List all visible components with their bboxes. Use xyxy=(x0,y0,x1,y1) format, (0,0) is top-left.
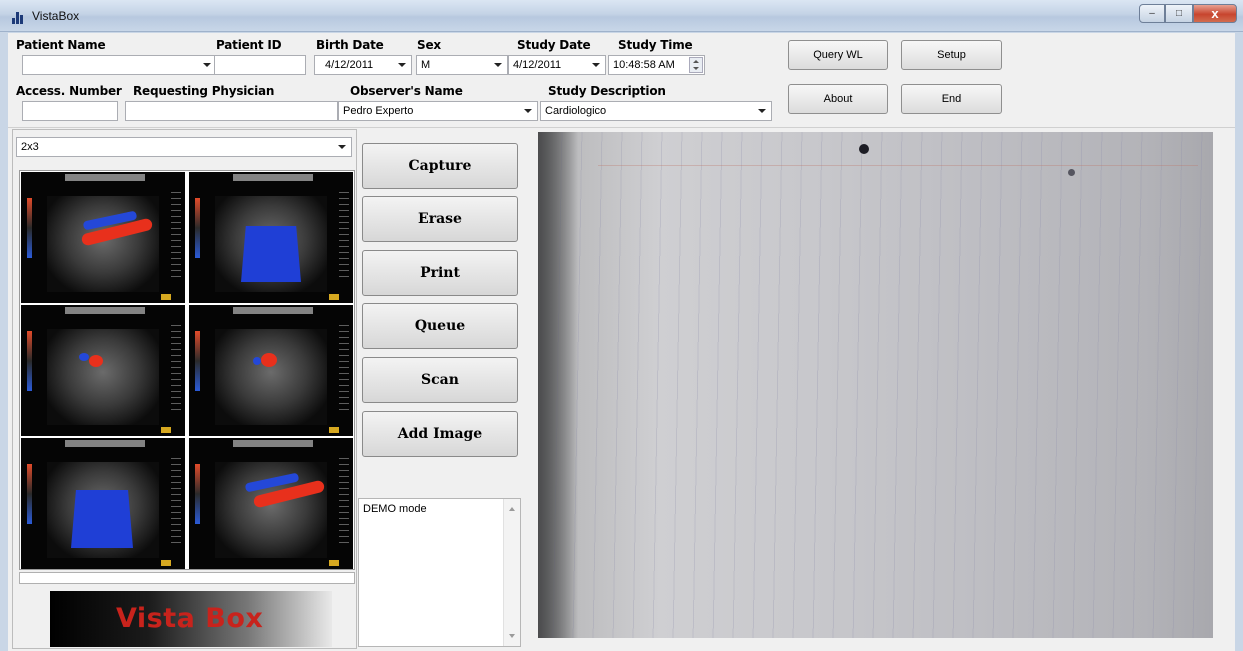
window-controls: – □ x xyxy=(1139,4,1237,23)
divider xyxy=(8,127,1235,128)
layout-select[interactable]: 2x3 xyxy=(16,137,352,157)
patient-id-label: Patient ID xyxy=(216,38,282,52)
window-title: VistaBox xyxy=(32,9,80,23)
title-bar: VistaBox – □ x xyxy=(0,0,1243,32)
chevron-down-icon xyxy=(398,63,406,67)
birth-date-label: Birth Date xyxy=(316,38,384,52)
paper-margin-line xyxy=(598,165,1198,166)
paper-hole xyxy=(1068,169,1075,176)
queue-button[interactable]: Queue xyxy=(362,303,518,349)
sex-combo[interactable]: M xyxy=(416,55,508,75)
thumbnail-image[interactable] xyxy=(189,172,353,303)
patient-name-combo[interactable] xyxy=(22,55,217,75)
study-date-picker[interactable]: 4/12/2011 xyxy=(508,55,606,75)
birth-date-picker[interactable]: 4/12/2011 xyxy=(314,55,412,75)
thumbnail-image[interactable] xyxy=(21,172,185,303)
chevron-down-icon xyxy=(592,63,600,67)
thumbnail-image[interactable] xyxy=(21,305,185,436)
maximize-button[interactable]: □ xyxy=(1165,4,1193,23)
observer-name-label: Observer's Name xyxy=(350,84,463,98)
access-number-label: Access. Number xyxy=(16,84,122,98)
thumbnail-footer xyxy=(19,572,355,584)
study-description-combo[interactable]: Cardiologico xyxy=(540,101,772,121)
erase-button[interactable]: Erase xyxy=(362,196,518,242)
thumbnail-image[interactable] xyxy=(21,438,185,569)
sex-label: Sex xyxy=(417,38,441,52)
birth-date-value: 4/12/2011 xyxy=(325,59,374,71)
setup-button[interactable]: Setup xyxy=(901,40,1002,70)
paper-grid-lines xyxy=(538,132,1213,638)
observer-name-value: Pedro Experto xyxy=(343,105,414,117)
query-wl-button[interactable]: Query WL xyxy=(788,40,888,70)
observer-name-combo[interactable]: Pedro Experto xyxy=(338,101,538,121)
chevron-down-icon xyxy=(494,63,502,67)
add-image-button[interactable]: Add Image xyxy=(362,411,518,457)
scan-button[interactable]: Scan xyxy=(362,357,518,403)
main-window: Patient Name Patient ID Birth Date Sex S… xyxy=(8,33,1235,651)
end-button[interactable]: End xyxy=(901,84,1002,114)
status-log[interactable]: DEMO mode xyxy=(358,498,521,647)
chevron-down-icon xyxy=(758,109,766,113)
logo-text: Vista Box xyxy=(116,603,264,634)
spinner-icon[interactable] xyxy=(689,57,703,73)
study-description-label: Study Description xyxy=(548,84,666,98)
about-button[interactable]: About xyxy=(788,84,888,114)
study-description-value: Cardiologico xyxy=(545,105,607,117)
app-icon xyxy=(12,11,26,24)
thumbnail-image[interactable] xyxy=(189,305,353,436)
study-date-value: 4/12/2011 xyxy=(513,59,562,71)
print-button[interactable]: Print xyxy=(362,250,518,296)
patient-id-field[interactable] xyxy=(214,55,306,75)
chevron-down-icon xyxy=(524,109,532,113)
log-scrollbar[interactable] xyxy=(503,499,520,646)
study-time-picker[interactable]: 10:48:58 AM xyxy=(608,55,705,75)
camera-preview xyxy=(538,132,1213,638)
thumbnail-grid xyxy=(19,170,355,570)
image-panel: 2x3 Vista Box xyxy=(12,129,357,649)
vista-box-logo: Vista Box xyxy=(50,591,332,647)
paper-hole xyxy=(859,144,869,154)
preview-shadow xyxy=(538,132,578,638)
requesting-physician-field[interactable] xyxy=(125,101,338,121)
thumbnail-image[interactable] xyxy=(189,438,353,569)
close-button[interactable]: x xyxy=(1193,4,1237,23)
sex-value: M xyxy=(421,59,431,71)
requesting-physician-label: Requesting Physician xyxy=(133,84,275,98)
chevron-down-icon xyxy=(203,63,211,67)
access-number-field[interactable] xyxy=(22,101,118,121)
patient-name-label: Patient Name xyxy=(16,38,106,52)
study-time-label: Study Time xyxy=(618,38,693,52)
capture-button[interactable]: Capture xyxy=(362,143,518,189)
chevron-down-icon xyxy=(338,145,346,149)
study-date-label: Study Date xyxy=(517,38,591,52)
layout-value: 2x3 xyxy=(21,141,39,153)
status-log-text: DEMO mode xyxy=(363,503,427,515)
minimize-button[interactable]: – xyxy=(1139,4,1165,23)
study-time-value: 10:48:58 AM xyxy=(613,59,675,71)
